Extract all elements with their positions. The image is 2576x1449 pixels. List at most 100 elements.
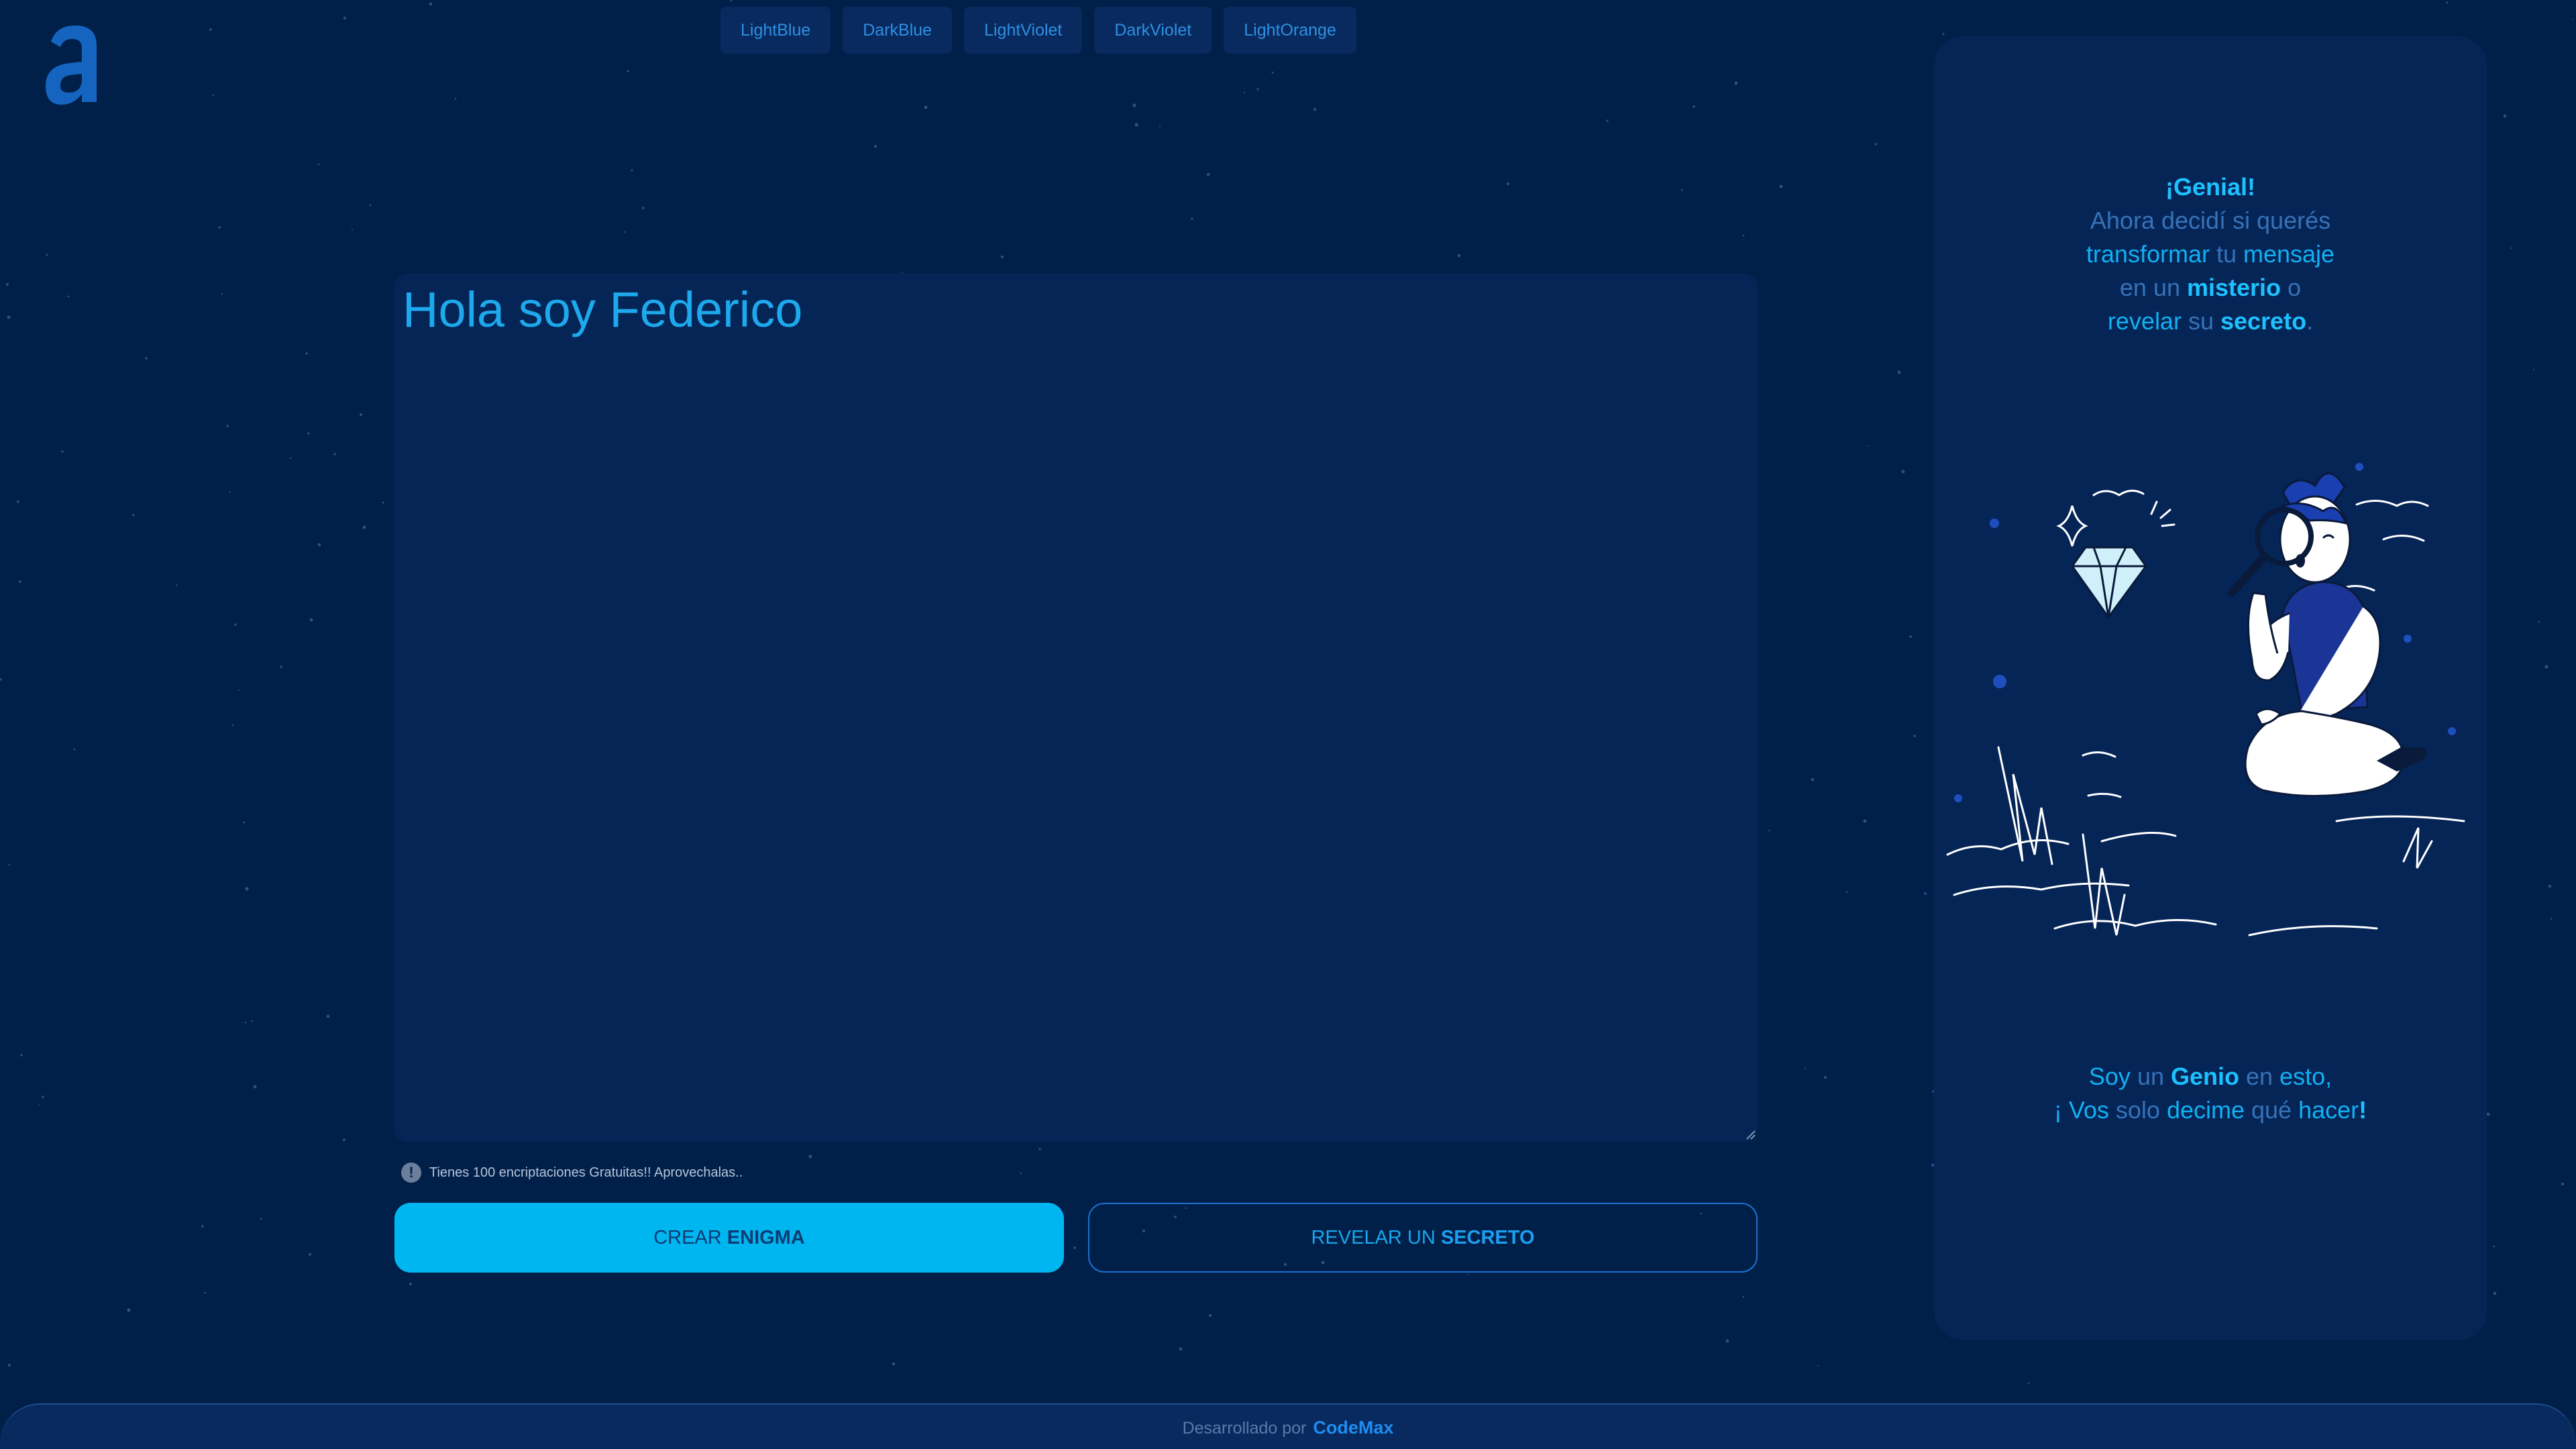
star-dot <box>2503 114 2507 118</box>
star-dot <box>362 525 366 529</box>
panel-line-3a: transformar <box>2086 240 2210 268</box>
star-dot <box>1817 1365 1819 1366</box>
panel-title: ¡Genial! <box>2165 173 2255 201</box>
star-dot <box>231 724 234 727</box>
star-dot <box>1457 254 1461 258</box>
star-dot <box>429 2 433 6</box>
star-dot <box>2486 1112 2490 1116</box>
star-dot <box>307 432 310 435</box>
star-dot <box>132 514 135 517</box>
theme-darkblue-button[interactable]: DarkBlue <box>843 7 953 54</box>
message-textarea[interactable] <box>394 274 1758 1142</box>
star-dot <box>342 1138 346 1142</box>
star-dot <box>631 169 633 172</box>
star-dot <box>1468 1274 1469 1275</box>
star-dot <box>229 490 231 493</box>
star-dot <box>243 821 246 824</box>
footer: Desarrollado por CodeMax <box>0 1403 2576 1449</box>
star-dot <box>244 1021 247 1024</box>
star-dot <box>0 678 2 681</box>
star-dot <box>1038 1148 1041 1150</box>
star-dot <box>1823 1075 1827 1079</box>
star-dot <box>333 453 336 455</box>
theme-lightorange-button[interactable]: LightOrange <box>1224 7 1356 54</box>
star-dot <box>1867 445 1868 447</box>
bottom-line-2f: hacer <box>2298 1096 2359 1124</box>
bottom-line-1e: esto, <box>2279 1063 2332 1090</box>
star-dot <box>1693 105 1695 108</box>
star-dot <box>221 292 223 295</box>
star-dot <box>808 1155 812 1159</box>
theme-darkviolet-button[interactable]: DarkViolet <box>1094 7 1212 54</box>
star-dot <box>19 580 21 583</box>
panel-line-3b: tu <box>2209 240 2243 268</box>
free-encryptions-notice: ! Tienes 100 encriptaciones Gratuitas!! … <box>401 1161 743 1185</box>
theme-lightviolet-button[interactable]: LightViolet <box>964 7 1083 54</box>
star-dot <box>623 231 626 233</box>
star-dot <box>382 501 384 504</box>
star-dot <box>1313 108 1316 111</box>
star-dot <box>61 450 64 453</box>
star-dot <box>1606 119 1609 122</box>
star-dot <box>1000 255 1004 259</box>
star-dot <box>317 163 320 166</box>
star-dot <box>1811 777 1815 782</box>
bottom-line-1b: un <box>2130 1063 2171 1090</box>
star-dot <box>1206 172 1210 176</box>
star-dot <box>251 1020 254 1022</box>
decrypt-button-bold: SECRETO <box>1440 1226 1535 1248</box>
star-dot <box>1845 891 1848 894</box>
bottom-line-2d: decime <box>2166 1096 2245 1124</box>
panel-line-4c: o <box>2281 274 2302 301</box>
star-dot <box>1924 892 1927 895</box>
bottom-line-1d: en <box>2239 1063 2280 1090</box>
encrypt-button[interactable]: CREAR ENIGMA <box>394 1203 1064 1273</box>
star-dot <box>1020 1172 1022 1175</box>
star-dot <box>1874 143 1877 146</box>
star-dot <box>1256 88 1259 91</box>
decrypt-button-prefix: REVELAR UN <box>1311 1226 1441 1248</box>
star-dot <box>238 690 239 691</box>
star-dot <box>1159 125 1161 127</box>
star-dot <box>369 204 372 207</box>
star-dot <box>1913 735 1916 737</box>
star-dot <box>2493 1291 2497 1295</box>
star-dot <box>201 1225 204 1228</box>
star-dot <box>2510 247 2512 250</box>
resize-handle-icon[interactable] <box>1744 1128 1756 1140</box>
star-dot <box>730 0 733 1</box>
footer-brand-link[interactable]: CodeMax <box>1313 1417 1393 1438</box>
star-dot <box>218 226 221 229</box>
star-dot <box>924 105 928 109</box>
star-dot <box>2548 884 2552 888</box>
star-dot <box>892 1362 896 1366</box>
star-dot <box>1909 635 1912 638</box>
panel-line-4a: en un <box>2119 274 2187 301</box>
theme-selector: LightBlue DarkBlue LightViolet DarkViole… <box>720 7 1356 54</box>
star-dot <box>873 144 877 148</box>
panel-line-4b: misterio <box>2187 274 2282 301</box>
star-dot <box>1779 184 1783 189</box>
star-dot <box>1768 829 1770 832</box>
star-dot <box>1804 1067 1807 1070</box>
star-dot <box>7 315 11 319</box>
theme-lightblue-button[interactable]: LightBlue <box>720 7 831 54</box>
decrypt-button[interactable]: REVELAR UN SECRETO <box>1088 1203 1758 1273</box>
star-dot <box>253 1085 257 1089</box>
bottom-line-2b: Vos <box>2068 1096 2109 1124</box>
bottom-line-1a: Soy <box>2088 1063 2131 1090</box>
star-dot <box>2493 1245 2496 1248</box>
star-dot <box>127 1308 131 1312</box>
panel-line-5a: revelar <box>2107 307 2182 335</box>
footer-text: Desarrollado por <box>1182 1419 1307 1438</box>
bottom-line-2e: qué <box>2245 1096 2299 1124</box>
star-dot <box>343 16 347 20</box>
star-dot <box>2550 918 2553 920</box>
star-dot <box>1073 1246 1076 1249</box>
star-dot <box>454 97 457 100</box>
star-dot <box>145 357 148 360</box>
star-dot <box>1134 123 1138 127</box>
panel-message: ¡Genial! Ahora decidí si querés transfor… <box>1934 170 2487 338</box>
output-panel: ¡Genial! Ahora decidí si querés transfor… <box>1934 36 2487 1340</box>
star-dot <box>234 623 237 626</box>
